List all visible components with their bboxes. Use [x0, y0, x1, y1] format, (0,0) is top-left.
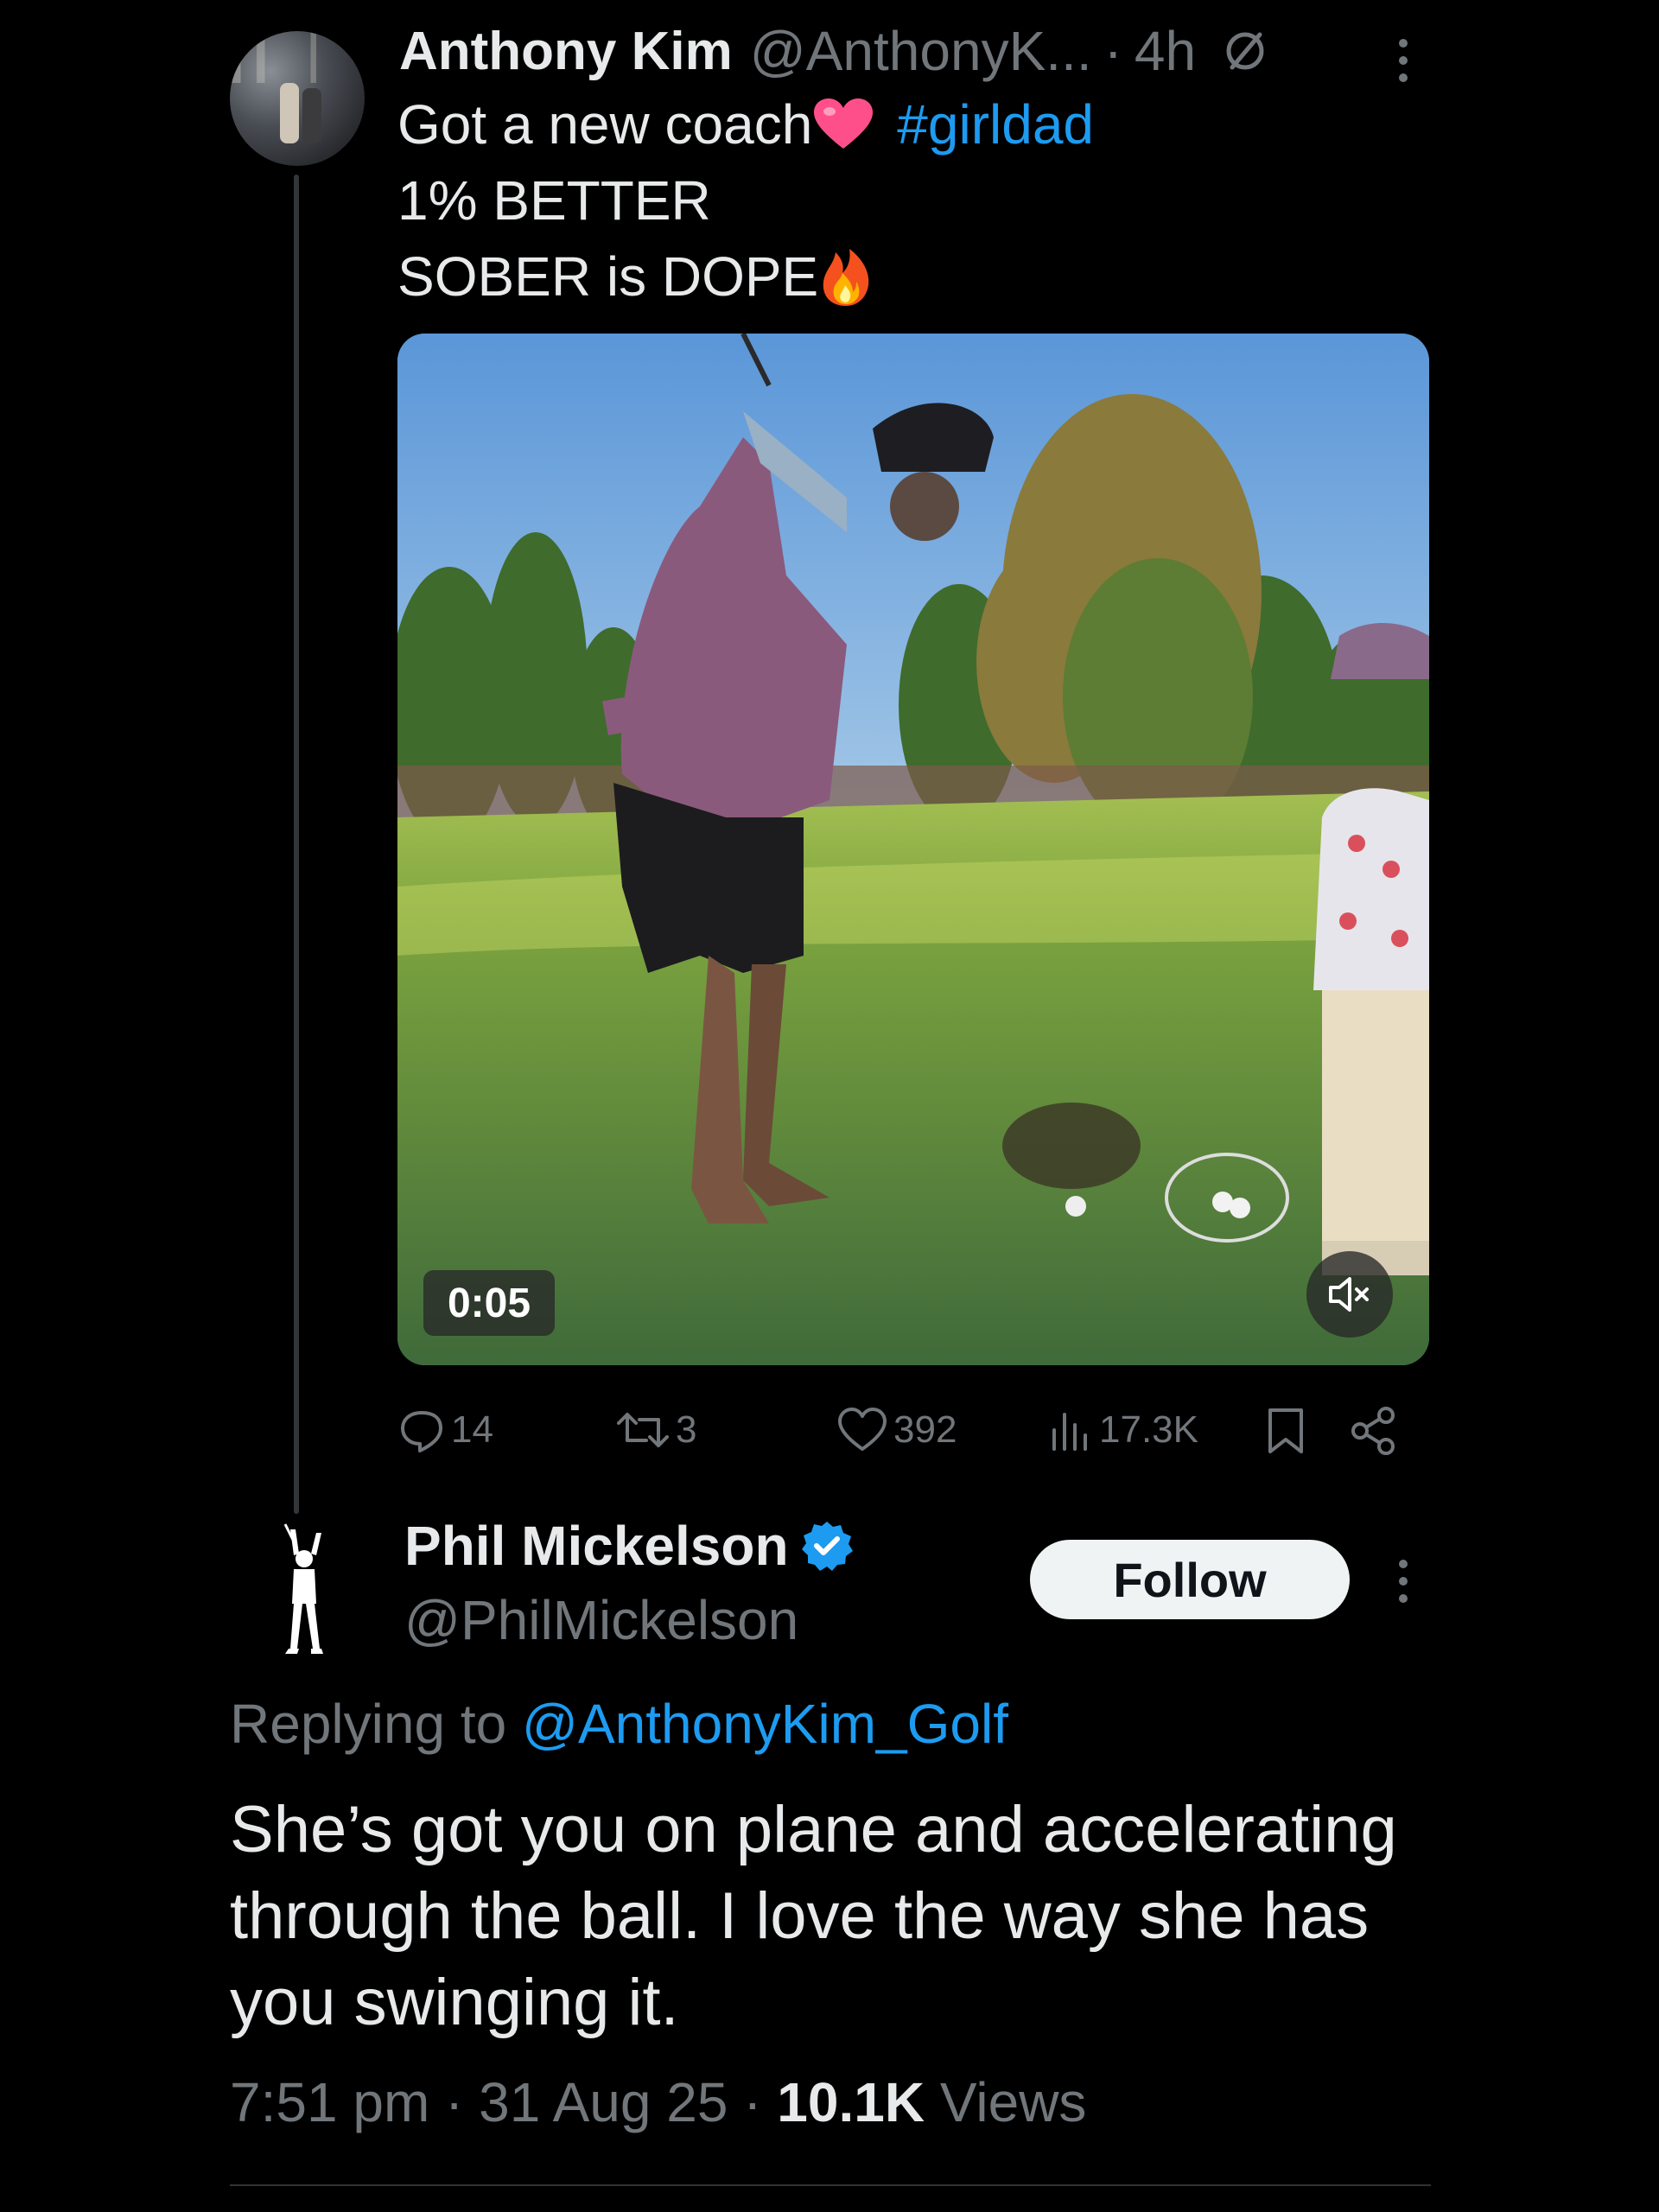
parent-tweet-header: Anthony Kim @AnthonyK... · 4h	[399, 19, 1268, 83]
parent-author-handle[interactable]: @AnthonyK...	[750, 19, 1092, 83]
parent-author-name[interactable]: Anthony Kim	[399, 21, 733, 82]
header-separator: ·	[1103, 20, 1122, 82]
views-action[interactable]: 17.3K	[1046, 1400, 1198, 1460]
reply-action[interactable]: 14	[397, 1400, 493, 1460]
fire-emoji-icon	[823, 249, 869, 306]
parent-tweet-text: Got a new coach #girldad 1% BETTER SOBER…	[397, 86, 1434, 315]
divider	[230, 2184, 1431, 2186]
heart-icon	[838, 1408, 887, 1451]
reply-count: 14	[451, 1408, 493, 1451]
meta-separator: ·	[445, 2071, 464, 2133]
more-options-icon[interactable]	[1386, 35, 1421, 86]
more-options-icon[interactable]	[1386, 1555, 1421, 1607]
meta-separator: ·	[743, 2071, 762, 2133]
parent-tweet-time[interactable]: 4h	[1135, 19, 1196, 83]
replying-to-prefix: Replying to	[230, 1693, 507, 1755]
bookmark-icon[interactable]	[1262, 1405, 1310, 1457]
reply-author-handle[interactable]: @PhilMickelson	[404, 1588, 798, 1652]
anthony-kim-avatar[interactable]	[230, 31, 365, 166]
mute-toggle-button[interactable]	[1306, 1251, 1393, 1338]
repost-count: 3	[676, 1408, 697, 1451]
reply-views-label: Views	[939, 2071, 1087, 2133]
video-frame-image	[397, 334, 1429, 1365]
reply-author-row: Phil Mickelson	[404, 1514, 853, 1578]
phil-mickelson-avatar[interactable]	[259, 1521, 346, 1659]
speaker-muted-icon	[1329, 1277, 1369, 1312]
replying-to-line: Replying to @AnthonyKim_Golf	[230, 1692, 1008, 1756]
share-icon[interactable]	[1348, 1405, 1400, 1457]
like-action[interactable]: 392	[836, 1400, 957, 1460]
tweet-video-player[interactable]	[397, 334, 1429, 1365]
reply-tweet-time[interactable]: 7:51 pm	[230, 2071, 429, 2133]
reply-tweet-date[interactable]: 31 Aug 25	[479, 2071, 728, 2133]
thread-connector-line	[294, 175, 299, 1514]
tweet-action-bar: 14 3 392 17.3K	[397, 1400, 1400, 1460]
follow-button[interactable]: Follow	[1030, 1540, 1350, 1619]
repost-icon	[617, 1413, 669, 1447]
tweet-line-1: Got a new coach	[397, 93, 813, 156]
tweet-line-3: SOBER is DOPE	[397, 245, 819, 308]
girldad-hashtag-link[interactable]: #girldad	[897, 86, 1094, 162]
reply-views-count: 10.1K	[777, 2071, 925, 2133]
like-count: 392	[893, 1408, 957, 1451]
views-count: 17.3K	[1099, 1408, 1198, 1451]
video-duration-badge: 0:05	[423, 1270, 555, 1336]
reply-tweet-text: She’s got you on plane and accelerating …	[230, 1793, 1397, 2039]
verified-badge-icon	[801, 1522, 853, 1571]
repost-action[interactable]: 3	[615, 1400, 696, 1460]
replying-to-handle-link[interactable]: @AnthonyKim_Golf	[522, 1693, 1008, 1755]
no-edit-icon	[1226, 32, 1264, 70]
reply-icon	[401, 1411, 442, 1452]
reply-tweet-meta: 7:51 pm · 31 Aug 25 · 10.1K Views	[230, 2070, 1086, 2134]
reply-author-name[interactable]: Phil Mickelson	[404, 1514, 789, 1578]
analytics-bars-icon	[1052, 1413, 1087, 1451]
pink-heart-emoji-icon	[814, 99, 874, 149]
tweet-line-2: 1% BETTER	[397, 169, 711, 232]
